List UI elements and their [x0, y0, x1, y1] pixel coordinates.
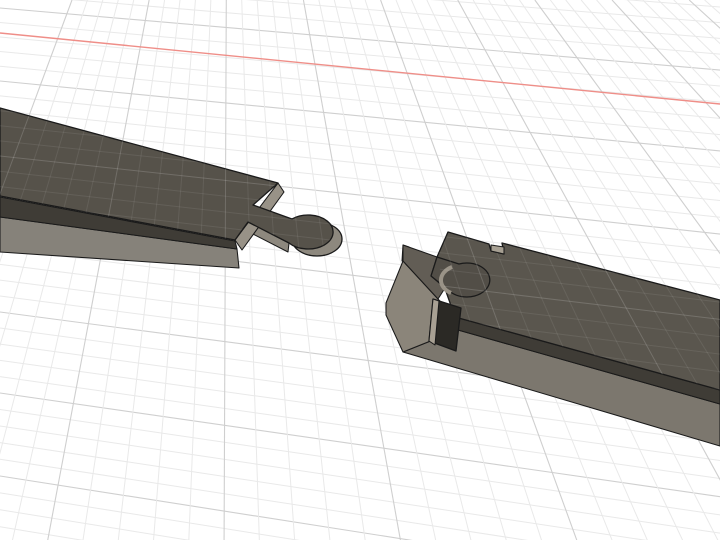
cad-viewport[interactable]: [0, 0, 720, 540]
